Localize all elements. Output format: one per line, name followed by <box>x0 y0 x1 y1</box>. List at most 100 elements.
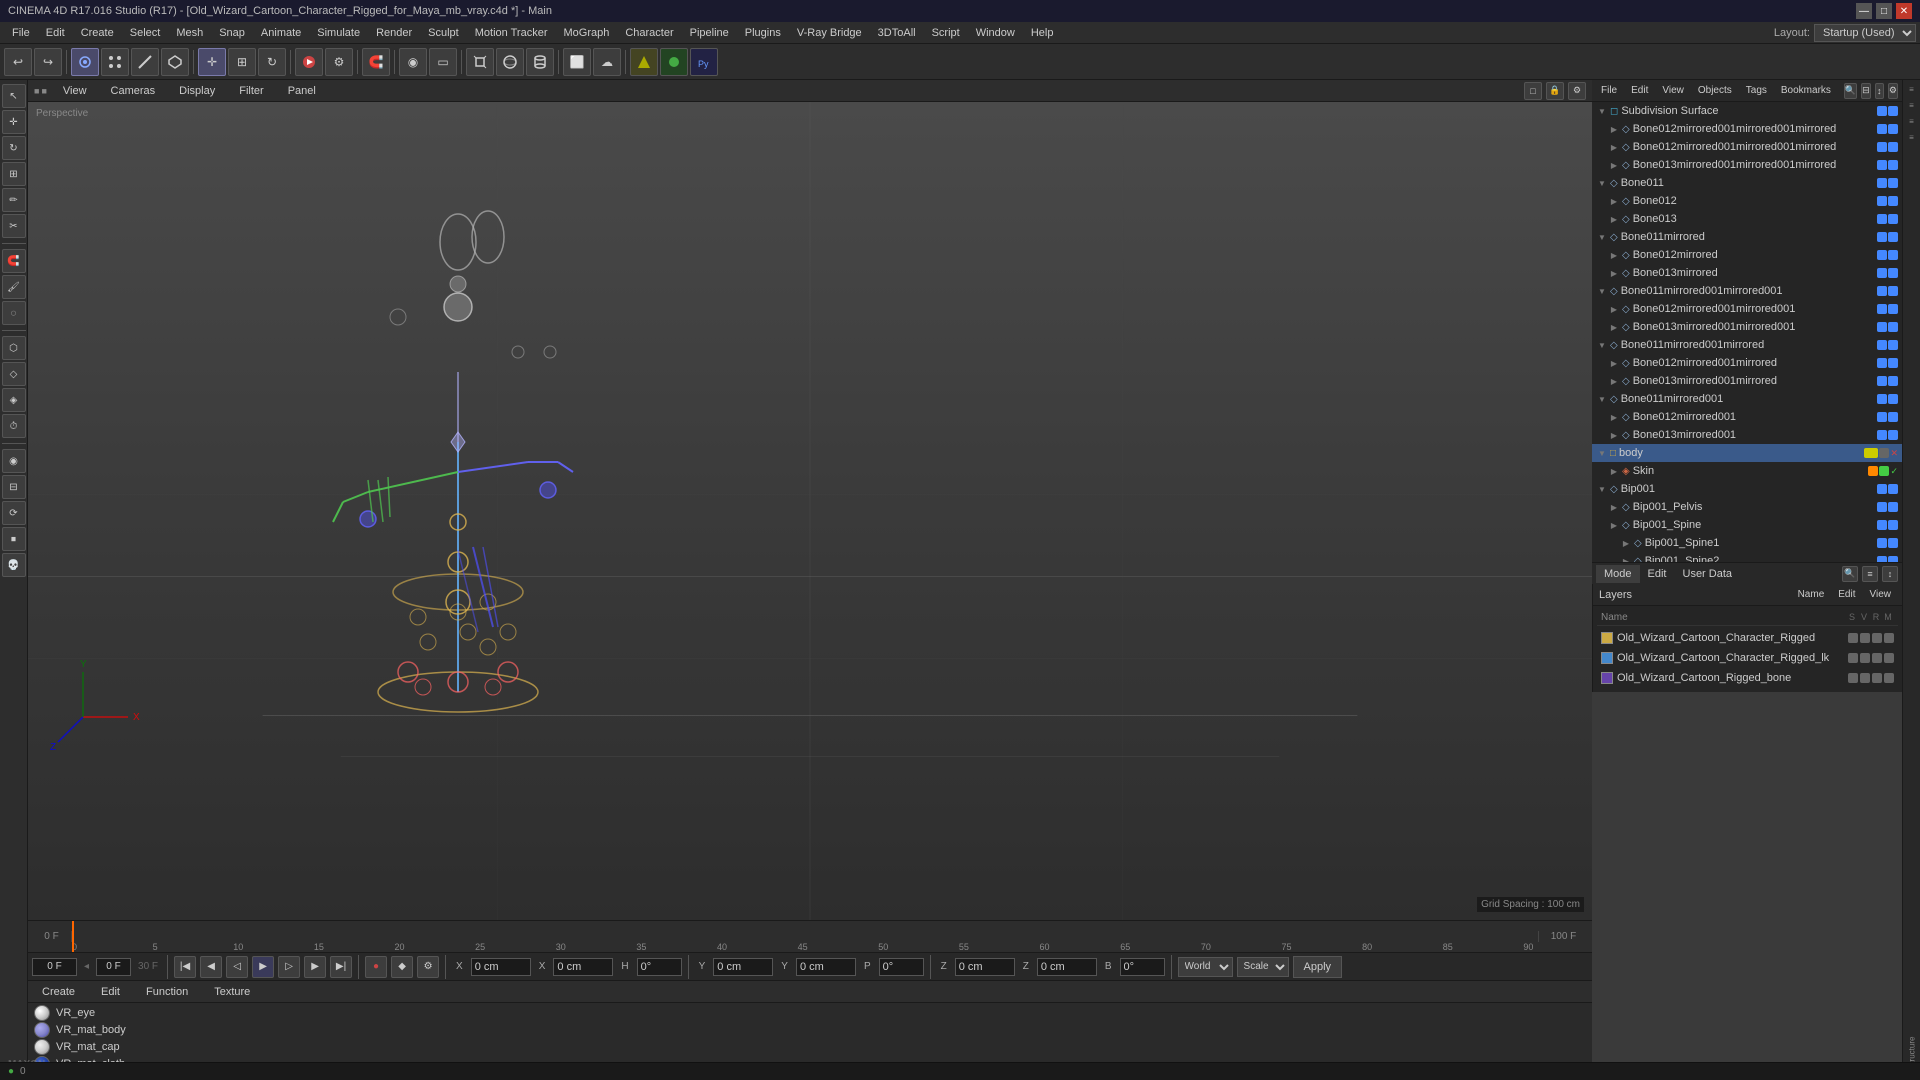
tree-item-3[interactable]: ▶◇Bone013mirrored001mirrored001mirrored <box>1592 156 1902 174</box>
tool-joint[interactable]: ◇ <box>2 362 26 386</box>
vp-menu-panel[interactable]: Panel <box>280 83 324 99</box>
start-frame-input[interactable] <box>96 958 131 976</box>
menu-simulate[interactable]: Simulate <box>309 25 368 41</box>
coord-x2-input[interactable] <box>553 958 613 976</box>
layer-item-0[interactable]: Old_Wizard_Cartoon_Character_Rigged <box>1597 628 1898 648</box>
menu-3dtoall[interactable]: 3DToAll <box>870 25 924 41</box>
goto-start-button[interactable]: |◀ <box>174 956 196 978</box>
tree-item-11[interactable]: ▶◇Bone012mirrored001mirrored001 <box>1592 300 1902 318</box>
vray-button2[interactable] <box>660 48 688 76</box>
floor-button[interactable]: ⬜ <box>563 48 591 76</box>
prev-frame-button[interactable]: ◀ <box>200 956 222 978</box>
tree-expand-24[interactable]: ▶ <box>1620 539 1632 548</box>
tree-item-22[interactable]: ▶◇Bip001_Pelvis <box>1592 498 1902 516</box>
timeline-ruler[interactable]: 0 F 0 5 10 15 20 25 30 35 40 45 50 55 60… <box>28 920 1592 952</box>
layers-view-btn[interactable]: View <box>1865 587 1897 602</box>
tree-item-8[interactable]: ▶◇Bone012mirrored <box>1592 246 1902 264</box>
attr-userdata-tab[interactable]: User Data <box>1675 565 1741 583</box>
tree-item-24[interactable]: ▶◇Bip001_Spine1 <box>1592 534 1902 552</box>
menu-mesh[interactable]: Mesh <box>168 25 211 41</box>
material-item-cap[interactable]: VR_mat_cap <box>30 1039 1590 1055</box>
obj-file-btn[interactable]: File <box>1596 83 1622 98</box>
tree-item-17[interactable]: ▶◇Bone012mirrored001 <box>1592 408 1902 426</box>
tree-item-6[interactable]: ▶◇Bone013 <box>1592 210 1902 228</box>
tree-expand-9[interactable]: ▶ <box>1608 269 1620 278</box>
menu-sculpt[interactable]: Sculpt <box>420 25 467 41</box>
vp-menu-display[interactable]: Display <box>171 83 223 99</box>
tool-paint[interactable]: 🖌 <box>2 275 26 299</box>
vp-menu-filter[interactable]: Filter <box>231 83 271 99</box>
tool-scale[interactable]: ⊞ <box>2 162 26 186</box>
tool-timeline[interactable]: ⏱ <box>2 414 26 438</box>
sidebar-toggle-1[interactable]: ≡ <box>1905 82 1919 96</box>
sky-button[interactable]: ☁ <box>593 48 621 76</box>
tree-expand-13[interactable]: ▼ <box>1596 341 1608 350</box>
create-sphere[interactable] <box>496 48 524 76</box>
tree-item-0[interactable]: ▼◻Subdivision Surface <box>1592 102 1902 120</box>
tool-node[interactable]: ⬡ <box>2 336 26 360</box>
menu-script[interactable]: Script <box>924 25 968 41</box>
obj-scroll-btn[interactable]: ↕ <box>1875 83 1884 99</box>
material-item-eye[interactable]: VR_eye <box>30 1005 1590 1021</box>
layer-item-1[interactable]: Old_Wizard_Cartoon_Character_Rigged_lk <box>1597 648 1898 668</box>
tree-item-19[interactable]: ▼□body✕ <box>1592 444 1902 462</box>
menu-vray[interactable]: V-Ray Bridge <box>789 25 870 41</box>
tree-expand-20[interactable]: ▶ <box>1608 467 1620 476</box>
tool-rotate[interactable]: ↻ <box>2 136 26 160</box>
coord-z2-input[interactable] <box>1037 958 1097 976</box>
tree-item-7[interactable]: ▼◇Bone011mirrored <box>1592 228 1902 246</box>
menu-select[interactable]: Select <box>122 25 169 41</box>
render-settings[interactable]: ⚙ <box>325 48 353 76</box>
goto-end-button[interactable]: ▶| <box>330 956 352 978</box>
attr-scroll-btn[interactable]: ↕ <box>1882 566 1898 582</box>
menu-animate[interactable]: Animate <box>253 25 309 41</box>
tree-item-4[interactable]: ▼◇Bone011 <box>1592 174 1902 192</box>
tool-magnet[interactable]: 🧲 <box>2 249 26 273</box>
tree-expand-5[interactable]: ▶ <box>1608 197 1620 206</box>
tree-item-25[interactable]: ▶◇Bip001_Spine2 <box>1592 552 1902 562</box>
redo-button[interactable]: ↪ <box>34 48 62 76</box>
layers-file-btn[interactable]: Name <box>1793 587 1830 602</box>
obj-search-btn[interactable]: 🔍 <box>1844 83 1857 99</box>
tree-item-1[interactable]: ▶◇Bone012mirrored001mirrored001mirrored <box>1592 120 1902 138</box>
coord-p-input[interactable] <box>879 958 924 976</box>
tree-item-20[interactable]: ▶◈Skin✓ <box>1592 462 1902 480</box>
menu-window[interactable]: Window <box>968 25 1023 41</box>
tree-item-16[interactable]: ▼◇Bone011mirrored001 <box>1592 390 1902 408</box>
timeline-track[interactable]: 0 5 10 15 20 25 30 35 40 45 50 55 60 65 … <box>72 921 1538 952</box>
undo-button[interactable]: ↩ <box>4 48 32 76</box>
next-keyframe-button[interactable]: ▷ <box>278 956 300 978</box>
tree-expand-3[interactable]: ▶ <box>1608 161 1620 170</box>
vp-menu-view[interactable]: View <box>55 83 95 99</box>
tree-item-14[interactable]: ▶◇Bone012mirrored001mirrored <box>1592 354 1902 372</box>
tool-knife[interactable]: ✂ <box>2 214 26 238</box>
obj-filter-btn[interactable]: ⊟ <box>1861 83 1871 99</box>
tree-expand-21[interactable]: ▼ <box>1596 485 1608 494</box>
tree-item-23[interactable]: ▶◇Bip001_Spine <box>1592 516 1902 534</box>
tool-weight[interactable]: ◈ <box>2 388 26 412</box>
object-mode-button[interactable] <box>71 48 99 76</box>
tree-expand-8[interactable]: ▶ <box>1608 251 1620 260</box>
coord-y2-input[interactable] <box>796 958 856 976</box>
tree-expand-4[interactable]: ▼ <box>1596 179 1608 188</box>
obj-tags-btn[interactable]: Tags <box>1741 83 1772 98</box>
world-mode-select[interactable]: World Object <box>1178 957 1233 977</box>
tree-expand-15[interactable]: ▶ <box>1608 377 1620 386</box>
obj-edit-btn[interactable]: Edit <box>1626 83 1653 98</box>
render-button[interactable] <box>295 48 323 76</box>
vp-settings[interactable]: ⚙ <box>1568 82 1586 100</box>
menu-help[interactable]: Help <box>1023 25 1062 41</box>
coord-y-input[interactable] <box>713 958 773 976</box>
tree-expand-2[interactable]: ▶ <box>1608 143 1620 152</box>
tool-pen[interactable]: ✏ <box>2 188 26 212</box>
menu-create[interactable]: Create <box>73 25 122 41</box>
next-frame-button[interactable]: ▶ <box>304 956 326 978</box>
mat-edit-btn[interactable]: Edit <box>93 984 128 1000</box>
coord-b-input[interactable] <box>1120 958 1165 976</box>
obj-view-btn[interactable]: View <box>1657 83 1689 98</box>
vp-menu-cameras[interactable]: Cameras <box>103 83 164 99</box>
edges-mode-button[interactable] <box>131 48 159 76</box>
tree-expand-1[interactable]: ▶ <box>1608 125 1620 134</box>
rect-select[interactable]: ▭ <box>429 48 457 76</box>
tool-select[interactable]: ↖ <box>2 84 26 108</box>
